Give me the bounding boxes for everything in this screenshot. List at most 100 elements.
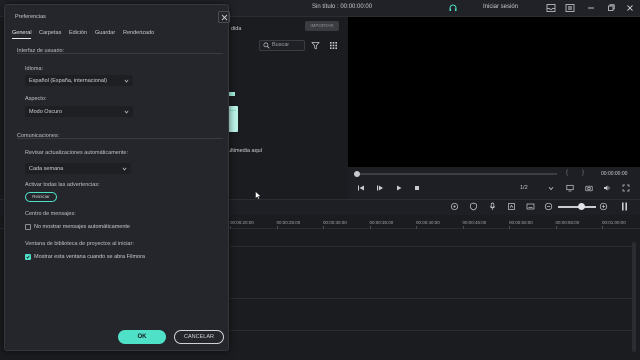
tab-editing[interactable]: Edición <box>69 30 87 36</box>
ruler-tick <box>416 226 417 229</box>
track-divider <box>230 298 632 299</box>
active-tab-indicator <box>12 38 31 39</box>
ruler-label: 00:00:20:00 <box>230 220 254 225</box>
close-icon <box>221 14 228 21</box>
ok-button[interactable]: OK <box>118 330 166 344</box>
ruler-label: 00:00:35:00 <box>369 220 394 225</box>
checkmark-icon <box>26 255 30 259</box>
headset-icon[interactable] <box>448 3 458 13</box>
no-messages-checkbox[interactable] <box>25 224 31 230</box>
filter-icon[interactable] <box>311 41 320 50</box>
ruler-label: 00:00:40:00 <box>416 220 440 225</box>
language-value: Español (España, internacional) <box>29 77 107 84</box>
import-button[interactable]: IMPORTAR <box>305 21 339 31</box>
warnings-label: Activar todas las advertencias: <box>25 182 100 188</box>
render-icon[interactable] <box>450 202 459 211</box>
updates-value: Cada semana <box>29 165 64 172</box>
display-icon[interactable] <box>566 184 574 192</box>
mark-out-icon[interactable]: } <box>582 170 584 176</box>
maximize-icon[interactable] <box>606 3 616 13</box>
show-window-checkbox[interactable] <box>25 254 31 260</box>
ruler-tick <box>276 226 278 229</box>
subtitle-icon[interactable] <box>526 202 535 211</box>
language-select[interactable]: Español (España, internacional) <box>25 75 133 86</box>
section-divider <box>17 53 223 54</box>
tab-rendering[interactable]: Renderizado <box>123 30 154 36</box>
grid-view-icon[interactable] <box>329 41 338 50</box>
document-title: Sin título : 00:00:00:00 <box>312 4 373 10</box>
updates-label: Revisar actualizaciones automáticamente: <box>25 150 129 156</box>
ruler-tick <box>509 226 510 229</box>
section-divider <box>17 138 223 139</box>
dialog-title: Preferencias <box>15 14 46 20</box>
playback-timecode: 00:00:00:00 <box>601 171 628 177</box>
search-placeholder: Buscar <box>272 42 290 48</box>
reset-warnings-button[interactable]: Reiniciar <box>25 192 57 202</box>
volume-icon[interactable] <box>603 184 611 192</box>
ruler-label: 00:01:00:00 <box>602 220 626 225</box>
timeline-scrollbar[interactable] <box>632 242 636 352</box>
playback-progress-track[interactable] <box>357 173 557 175</box>
ruler-label: 00:00:50:00 <box>509 220 533 225</box>
appearance-select[interactable]: Modo Oscuro <box>25 106 133 117</box>
tab-save[interactable]: Guardar <box>95 30 115 36</box>
mouse-cursor-icon <box>255 191 261 200</box>
preferences-dialog: Preferencias General Carpetas Edición Gu… <box>4 4 230 351</box>
close-icon[interactable] <box>625 3 635 13</box>
search-icon <box>263 42 270 49</box>
ruler-tick <box>323 226 324 229</box>
snapshot-icon[interactable] <box>585 184 593 192</box>
cancel-button[interactable]: CANCELAR <box>174 330 224 344</box>
fullscreen-icon[interactable] <box>622 184 630 192</box>
zoom-in-icon[interactable] <box>599 202 608 211</box>
ruler-label: 00:00:30:00 <box>323 220 347 225</box>
minimize-icon[interactable] <box>586 3 596 13</box>
library-label: Ventana de biblioteca de proyectos al in… <box>25 241 134 247</box>
previous-frame-icon[interactable] <box>357 184 365 192</box>
show-window-label[interactable]: Mostrar esta ventana cuando se abra Film… <box>34 254 145 260</box>
messages-label: Centro de mensajes: <box>25 211 76 217</box>
chevron-down-icon <box>122 167 127 171</box>
login-link[interactable]: Iniciar sesión <box>483 4 518 10</box>
dialog-close-button[interactable] <box>218 11 230 23</box>
appearance-label: Aspecto: <box>25 96 47 102</box>
shield-icon[interactable] <box>469 202 478 211</box>
stop-icon[interactable] <box>413 184 421 192</box>
updates-select[interactable]: Cada semana <box>25 163 131 174</box>
ruler-label: 00:00:45:00 <box>462 220 487 225</box>
pause-panel-icon[interactable] <box>620 202 629 211</box>
ruler-tick <box>555 226 557 229</box>
ruler-label: 00:00:25:00 <box>276 220 301 225</box>
player-controls <box>348 167 640 199</box>
ruler-tick <box>230 226 231 229</box>
zoom-out-icon[interactable] <box>544 202 553 211</box>
track-divider <box>230 246 632 247</box>
no-messages-label[interactable]: No mostrar mensajes automáticamente <box>34 224 130 230</box>
track-divider <box>230 330 632 331</box>
timeline-zoom-handle[interactable] <box>578 203 585 210</box>
chevron-down-icon <box>124 110 129 114</box>
playback-scrubber[interactable] <box>354 171 360 177</box>
mark-in-icon[interactable]: { <box>566 170 568 176</box>
ruler-tick <box>462 226 464 229</box>
tab-general[interactable]: General <box>12 30 32 36</box>
voiceover-icon[interactable] <box>507 202 516 211</box>
ruler-tick <box>369 226 371 229</box>
language-label: Idioma: <box>25 66 44 72</box>
play-reverse-icon[interactable] <box>376 184 384 192</box>
media-drop-hint: ultimedia aquí <box>228 148 263 154</box>
chevron-down-icon[interactable] <box>548 186 554 191</box>
inbox-icon[interactable] <box>546 3 556 13</box>
appearance-value: Modo Oscuro <box>29 108 63 115</box>
timeline-zoom-slider[interactable] <box>558 206 596 208</box>
ruler-tick <box>602 226 603 229</box>
playback-quality-select[interactable]: 1/2 <box>520 185 528 191</box>
chevron-down-icon <box>124 79 129 83</box>
microphone-icon[interactable] <box>488 202 497 211</box>
ruler-label: 00:00:55:00 <box>555 220 580 225</box>
menu-icon[interactable] <box>565 3 575 13</box>
play-icon[interactable] <box>395 184 403 192</box>
video-preview <box>348 17 640 167</box>
tab-folders[interactable]: Carpetas <box>39 30 61 36</box>
media-tab-label[interactable]: dida <box>231 26 241 32</box>
